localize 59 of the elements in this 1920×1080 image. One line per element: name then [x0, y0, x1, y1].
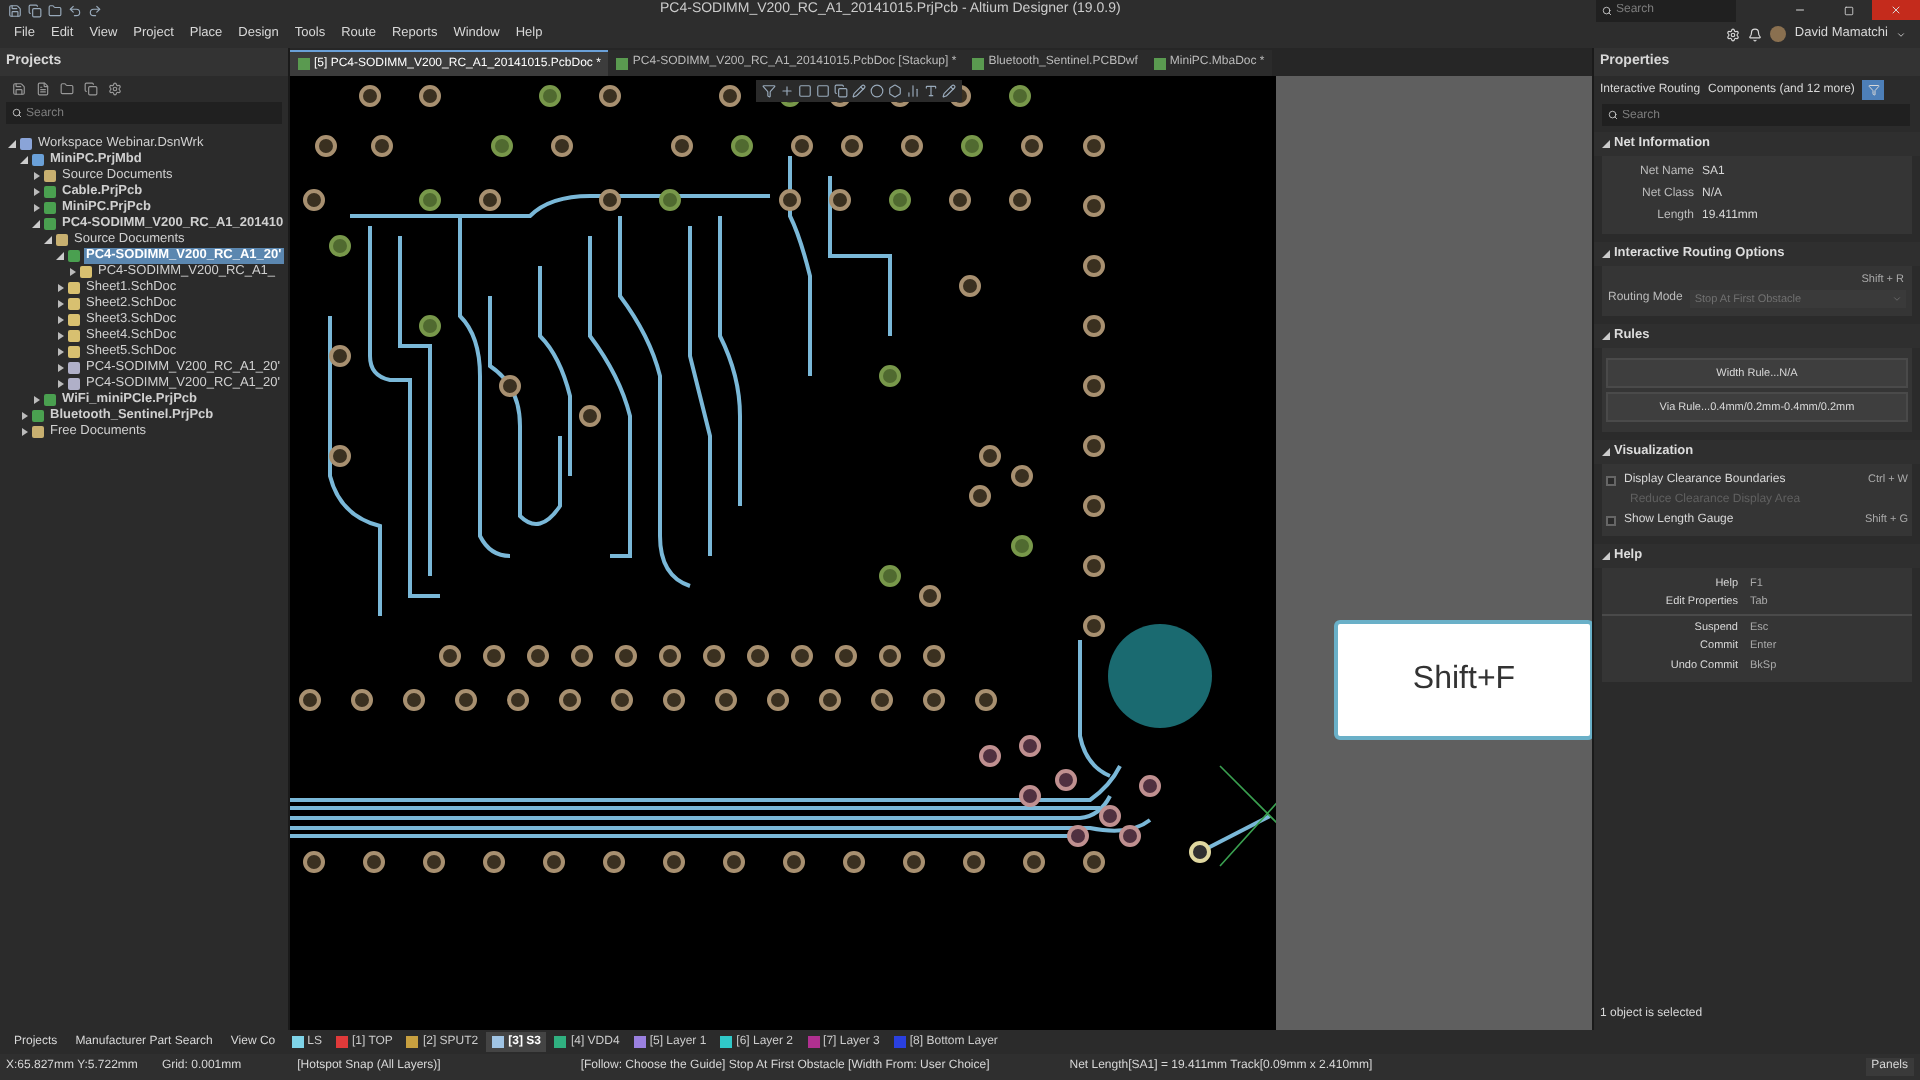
tool-icon[interactable] — [762, 84, 776, 98]
tool-icon[interactable] — [924, 84, 938, 98]
checkbox[interactable] — [1606, 475, 1616, 486]
expand-arrow-icon[interactable] — [56, 252, 64, 260]
filter-button[interactable] — [1862, 80, 1885, 100]
tool-icon[interactable] — [780, 84, 794, 98]
expand-arrow-icon[interactable] — [20, 156, 28, 164]
expand-arrow-icon[interactable] — [56, 364, 64, 372]
expand-arrow-icon[interactable] — [56, 380, 64, 388]
filter-icon — [1867, 84, 1880, 96]
expand-arrow-icon[interactable] — [20, 428, 28, 436]
tool-icon[interactable] — [870, 84, 884, 98]
caret-icon — [1892, 294, 1902, 305]
expand-arrow-icon[interactable] — [8, 140, 16, 148]
expand-arrow-icon[interactable] — [56, 284, 64, 292]
tool-icon[interactable] — [888, 84, 902, 98]
close-icon — [1890, 4, 1902, 16]
collapse-arrow-icon[interactable] — [1602, 140, 1610, 148]
expand-arrow-icon[interactable] — [20, 412, 28, 420]
checkbox[interactable] — [1606, 515, 1616, 526]
undo-icon[interactable] — [68, 3, 82, 17]
document-icon[interactable] — [36, 82, 50, 96]
copy-icon[interactable] — [28, 3, 42, 17]
tool-icon[interactable] — [852, 84, 866, 98]
shortcut-popup: Shift+F — [1334, 620, 1592, 740]
tool-icon[interactable] — [942, 84, 956, 98]
tool-icon[interactable] — [906, 84, 920, 98]
folder-icon[interactable] — [48, 3, 62, 17]
document-icon — [616, 57, 629, 69]
collapse-arrow-icon[interactable] — [1602, 448, 1610, 457]
document-icon — [972, 57, 985, 69]
document-icon — [1153, 57, 1166, 69]
settings-icon[interactable] — [108, 82, 122, 96]
redo-icon[interactable] — [88, 3, 102, 17]
folder-icon[interactable] — [60, 82, 74, 96]
expand-arrow-icon[interactable] — [56, 348, 64, 356]
save-icon[interactable] — [8, 3, 22, 17]
bell-icon[interactable] — [1748, 27, 1763, 41]
save-icon[interactable] — [12, 82, 26, 96]
copy-icon[interactable] — [84, 82, 98, 96]
document-icon — [298, 58, 310, 70]
expand-arrow-icon[interactable] — [32, 220, 40, 228]
minimize-icon — [1794, 4, 1806, 16]
restore-icon — [1843, 5, 1853, 15]
expand-arrow-icon[interactable] — [68, 268, 76, 276]
tool-icon[interactable] — [834, 84, 848, 98]
expand-arrow-icon[interactable] — [32, 172, 40, 180]
collapse-arrow-icon[interactable] — [1602, 332, 1610, 341]
expand-arrow-icon[interactable] — [32, 204, 40, 212]
collapse-arrow-icon[interactable] — [1602, 552, 1610, 561]
collapse-arrow-icon[interactable] — [1602, 250, 1610, 258]
caret-icon[interactable] — [1896, 29, 1906, 39]
expand-arrow-icon[interactable] — [32, 396, 40, 404]
expand-arrow-icon[interactable] — [56, 316, 64, 324]
expand-arrow-icon[interactable] — [56, 332, 64, 340]
expand-arrow-icon[interactable] — [44, 236, 52, 244]
avatar — [1770, 26, 1787, 42]
expand-arrow-icon[interactable] — [56, 300, 64, 308]
expand-arrow-icon[interactable] — [32, 188, 40, 196]
